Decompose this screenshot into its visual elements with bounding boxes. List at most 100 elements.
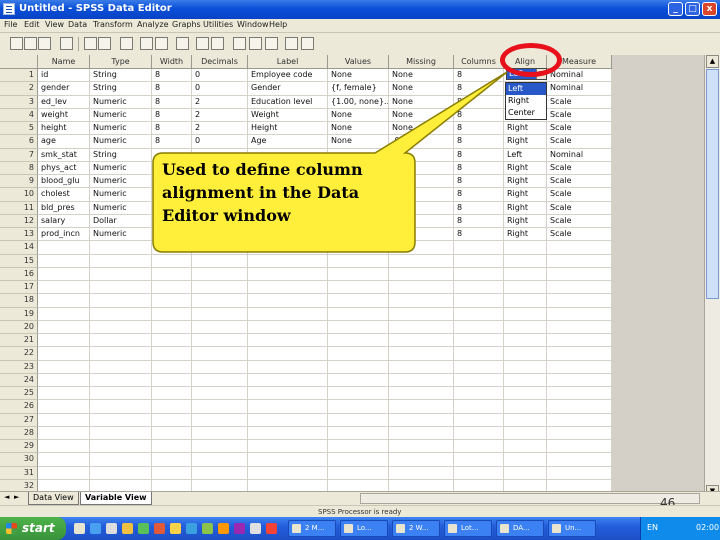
cell-align[interactable]: Right <box>504 135 547 149</box>
cell-missing[interactable] <box>389 440 454 454</box>
cell-width[interactable]: 8 <box>152 122 192 136</box>
cell-measure[interactable] <box>547 400 612 414</box>
cell-missing[interactable] <box>389 400 454 414</box>
cell-missing[interactable]: None <box>389 82 454 96</box>
open-icon[interactable] <box>10 37 23 50</box>
quicklaunch-icon[interactable] <box>250 523 261 534</box>
taskbar-item[interactable]: DA... <box>496 520 544 537</box>
cell-name[interactable]: prod_incn <box>38 228 90 242</box>
cell-columns[interactable] <box>454 360 504 374</box>
cell-width[interactable] <box>152 400 192 414</box>
cell-measure[interactable] <box>547 294 612 308</box>
quicklaunch-icon[interactable] <box>138 523 149 534</box>
goto-case-icon[interactable] <box>140 37 153 50</box>
row-number[interactable]: 8 <box>0 161 38 175</box>
cell-measure[interactable]: Nominal <box>547 82 612 96</box>
tab-scroll-left-icon[interactable]: ◄ <box>4 493 9 501</box>
cell-label[interactable] <box>248 254 328 268</box>
cell-width[interactable] <box>152 360 192 374</box>
redo-icon[interactable] <box>98 37 111 50</box>
cell-measure[interactable] <box>547 254 612 268</box>
cell-measure[interactable]: Scale <box>547 228 612 242</box>
cell-name[interactable]: gender <box>38 82 90 96</box>
cell-align[interactable] <box>504 373 547 387</box>
cell-values[interactable] <box>328 334 389 348</box>
cell-type[interactable] <box>90 413 152 427</box>
cell-measure[interactable] <box>547 320 612 334</box>
cell-name[interactable] <box>38 400 90 414</box>
cell-columns[interactable] <box>454 320 504 334</box>
cell-width[interactable] <box>152 294 192 308</box>
cell-label[interactable]: Education level <box>248 95 328 109</box>
cell-missing[interactable] <box>389 360 454 374</box>
cell-type[interactable] <box>90 320 152 334</box>
split-file-icon[interactable] <box>233 37 246 50</box>
cell-name[interactable]: cholest <box>38 188 90 202</box>
cell-columns[interactable]: 8 <box>454 69 504 83</box>
quicklaunch-icon[interactable] <box>154 523 165 534</box>
cell-width[interactable] <box>152 413 192 427</box>
weight-cases-icon[interactable] <box>249 37 262 50</box>
cell-measure[interactable]: Scale <box>547 161 612 175</box>
cell-missing[interactable] <box>389 347 454 361</box>
cell-width[interactable]: 8 <box>152 82 192 96</box>
cell-columns[interactable] <box>454 334 504 348</box>
save-icon[interactable] <box>24 37 37 50</box>
row-number[interactable]: 14 <box>0 241 38 255</box>
col-header-name[interactable]: Name <box>38 55 90 69</box>
menu-edit[interactable]: Edit <box>24 20 40 29</box>
cell-name[interactable]: height <box>38 122 90 136</box>
cell-label[interactable]: Age <box>248 135 328 149</box>
cell-decimals[interactable]: 2 <box>192 122 248 136</box>
cell-missing[interactable]: None <box>389 108 454 122</box>
insert-case-icon[interactable] <box>196 37 209 50</box>
cell-label[interactable] <box>248 334 328 348</box>
cell-name[interactable]: age <box>38 135 90 149</box>
cell-label[interactable] <box>248 320 328 334</box>
cell-decimals[interactable]: 2 <box>192 95 248 109</box>
cell-type[interactable] <box>90 387 152 401</box>
cell-align[interactable] <box>504 241 547 255</box>
undo-icon[interactable] <box>84 37 97 50</box>
cell-columns[interactable]: 8 <box>454 82 504 96</box>
cell-name[interactable] <box>38 387 90 401</box>
use-sets-icon[interactable] <box>301 37 314 50</box>
cell-missing[interactable]: None <box>389 69 454 83</box>
cell-missing[interactable] <box>389 281 454 295</box>
close-button[interactable]: x <box>702 2 717 16</box>
cell-missing[interactable] <box>389 241 454 255</box>
row-number[interactable]: 19 <box>0 307 38 321</box>
col-header-values[interactable]: Values <box>328 55 389 69</box>
find-icon[interactable] <box>176 37 189 50</box>
menu-analyze[interactable]: Analyze <box>137 20 169 29</box>
row-number[interactable]: 23 <box>0 360 38 374</box>
cell-label[interactable] <box>248 440 328 454</box>
ie-icon[interactable] <box>90 523 101 534</box>
horizontal-scrollbar[interactable] <box>360 493 700 504</box>
cell-name[interactable] <box>38 360 90 374</box>
cell-width[interactable]: 8 <box>152 95 192 109</box>
cell-align[interactable]: Right <box>504 214 547 228</box>
cell-align[interactable] <box>504 320 547 334</box>
cell-measure[interactable] <box>547 241 612 255</box>
cell-type[interactable] <box>90 373 152 387</box>
row-number[interactable]: 31 <box>0 466 38 480</box>
cell-measure[interactable]: Nominal <box>547 69 612 83</box>
taskbar-item[interactable]: 2 W... <box>392 520 440 537</box>
cell-columns[interactable] <box>454 373 504 387</box>
row-number[interactable]: 13 <box>0 228 38 242</box>
align-option-center[interactable]: Center <box>506 107 546 119</box>
cell-columns[interactable]: 8 <box>454 161 504 175</box>
cell-align[interactable] <box>504 387 547 401</box>
cell-name[interactable]: smk_stat <box>38 148 90 162</box>
cell-measure[interactable]: Scale <box>547 108 612 122</box>
cell-width[interactable]: 8 <box>152 69 192 83</box>
cell-missing[interactable] <box>389 453 454 467</box>
menu-view[interactable]: View <box>45 20 64 29</box>
cell-columns[interactable]: 8 <box>454 175 504 189</box>
cell-name[interactable] <box>38 334 90 348</box>
menu-graphs[interactable]: Graphs <box>172 20 201 29</box>
cell-align[interactable] <box>504 453 547 467</box>
cell-type[interactable] <box>90 440 152 454</box>
cell-label[interactable] <box>248 281 328 295</box>
